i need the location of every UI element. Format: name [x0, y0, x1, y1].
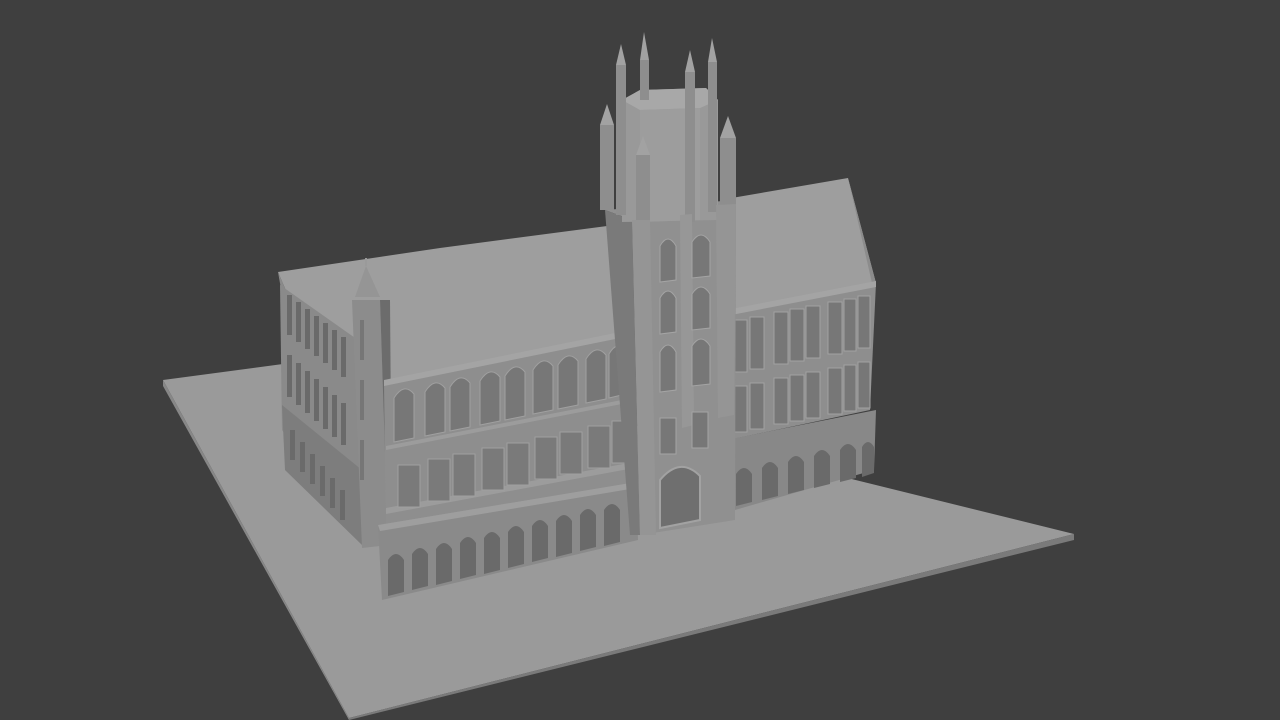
3d-viewport[interactable] [0, 0, 1280, 720]
town-hall-model[interactable] [0, 0, 1280, 720]
right-wing-facade [726, 281, 876, 512]
